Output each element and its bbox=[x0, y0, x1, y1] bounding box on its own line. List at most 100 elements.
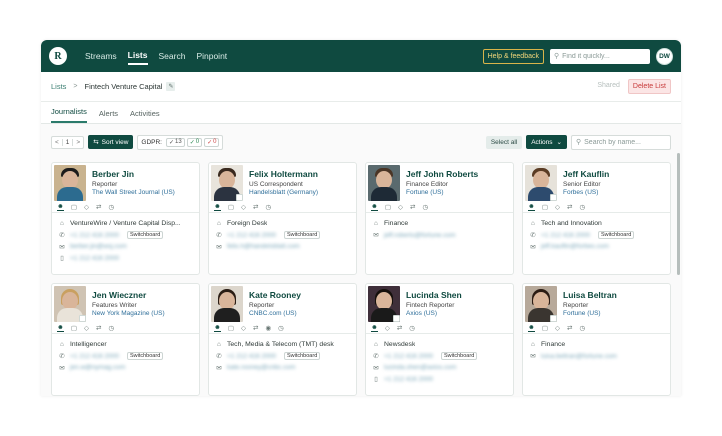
journalist-card[interactable]: Lucinda Shen Fintech Reporter Axios (US)… bbox=[365, 283, 514, 396]
quick-search-input[interactable] bbox=[562, 52, 643, 60]
mobile-number[interactable]: +1 212 416 2000 bbox=[384, 376, 433, 383]
comment-icon[interactable]: ▢ bbox=[228, 324, 234, 332]
email-address[interactable]: felix.h@handelsblatt.com bbox=[227, 243, 300, 250]
email-address[interactable]: berber.jin@wsj.com bbox=[70, 243, 127, 250]
tab-journalists[interactable]: Journalists bbox=[51, 107, 87, 123]
tab-activities[interactable]: Activities bbox=[130, 109, 160, 123]
next-page-button[interactable]: > bbox=[73, 139, 83, 146]
tag-icon[interactable]: ◇ bbox=[241, 203, 246, 211]
instagram-icon[interactable]: ◉ bbox=[265, 324, 271, 332]
person-icon[interactable]: ☻ bbox=[528, 324, 535, 332]
nav-pinpoint[interactable]: Pinpoint bbox=[196, 48, 227, 64]
sort-view-button[interactable]: ⇆ Sort view bbox=[88, 135, 134, 149]
tag-icon[interactable]: ◇ bbox=[398, 203, 403, 211]
prev-page-button[interactable]: < bbox=[52, 139, 62, 146]
user-avatar[interactable]: DW bbox=[656, 47, 673, 65]
retweet-icon[interactable]: ⇄ bbox=[253, 324, 258, 332]
shared-button[interactable]: Shared bbox=[593, 79, 624, 94]
comment-icon[interactable]: ▢ bbox=[71, 203, 77, 211]
clock-icon[interactable]: ◷ bbox=[579, 324, 585, 332]
actions-dropdown[interactable]: Actions ⌄ bbox=[526, 135, 567, 149]
phone-number[interactable]: +1 212 416 2000 bbox=[70, 353, 119, 360]
journalist-name[interactable]: Kate Rooney bbox=[249, 290, 301, 300]
help-feedback-button[interactable]: Help & feedback bbox=[482, 48, 544, 64]
clock-icon[interactable]: ◷ bbox=[409, 324, 415, 332]
tag-icon[interactable]: ◇ bbox=[241, 324, 246, 332]
comment-icon[interactable]: ▢ bbox=[71, 324, 77, 332]
person-icon[interactable]: ☻ bbox=[528, 203, 535, 211]
journalist-card[interactable]: Felix Holtermann US Correspondent Handel… bbox=[208, 162, 357, 275]
tag-icon[interactable]: ◇ bbox=[84, 324, 89, 332]
retweet-icon[interactable]: ⇄ bbox=[397, 324, 402, 332]
gdpr-ok-chip[interactable]: ✓ 0 bbox=[186, 137, 203, 147]
journalist-name[interactable]: Felix Holtermann bbox=[249, 169, 318, 179]
comment-icon[interactable]: ▢ bbox=[542, 324, 548, 332]
delete-list-button[interactable]: Delete List bbox=[627, 79, 671, 94]
tag-icon[interactable]: ◇ bbox=[555, 324, 560, 332]
email-address[interactable]: jen.w@nymag.com bbox=[70, 364, 125, 371]
journalist-card[interactable]: Kate Rooney Reporter CNBC.com (US) ☻ ▢ ◇… bbox=[208, 283, 357, 396]
comment-icon[interactable]: ▢ bbox=[228, 203, 234, 211]
clock-icon[interactable]: ◷ bbox=[579, 203, 585, 211]
person-icon[interactable]: ☻ bbox=[214, 203, 221, 211]
person-icon[interactable]: ☻ bbox=[371, 324, 378, 332]
phone-number[interactable]: +1 212 416 2000 bbox=[384, 353, 433, 360]
mobile-number[interactable]: +1 212 416 2000 bbox=[70, 255, 119, 262]
gdpr-all-chip[interactable]: ✓ 13 bbox=[166, 137, 185, 147]
phone-number[interactable]: +1 212 416 2000 bbox=[70, 232, 119, 239]
email-address[interactable]: kate.rooney@cnbc.com bbox=[227, 364, 295, 371]
journalist-card[interactable]: Jen Wieczner Features Writer New York Ma… bbox=[51, 283, 200, 396]
brand-logo[interactable]: R bbox=[49, 47, 67, 65]
nav-streams[interactable]: Streams bbox=[85, 48, 117, 64]
journalist-name[interactable]: Jeff Kauflin bbox=[563, 169, 609, 179]
journalist-name[interactable]: Luisa Beltran bbox=[563, 290, 617, 300]
person-icon[interactable]: ☻ bbox=[57, 203, 64, 211]
journalist-outlet[interactable]: Fortune (US) bbox=[406, 189, 478, 196]
clock-icon[interactable]: ◷ bbox=[108, 324, 114, 332]
gdpr-no-chip[interactable]: ✓ 0 bbox=[204, 137, 220, 147]
journalist-outlet[interactable]: Fortune (US) bbox=[563, 310, 617, 317]
nav-search[interactable]: Search bbox=[159, 48, 186, 64]
clock-icon[interactable]: ◷ bbox=[278, 324, 284, 332]
journalist-name[interactable]: Jen Wieczner bbox=[92, 290, 165, 300]
retweet-icon[interactable]: ⇄ bbox=[410, 203, 415, 211]
tag-icon[interactable]: ◇ bbox=[385, 324, 390, 332]
email-address[interactable]: lucinda.shen@axios.com bbox=[384, 364, 456, 371]
person-icon[interactable]: ☻ bbox=[214, 324, 221, 332]
name-search-input[interactable] bbox=[584, 138, 667, 146]
clock-icon[interactable]: ◷ bbox=[422, 203, 428, 211]
edit-list-icon[interactable]: ✎ bbox=[166, 82, 176, 91]
retweet-icon[interactable]: ⇄ bbox=[567, 324, 572, 332]
retweet-icon[interactable]: ⇄ bbox=[567, 203, 572, 211]
email-address[interactable]: jeff.kauflin@forbes.com bbox=[541, 243, 609, 250]
retweet-icon[interactable]: ⇄ bbox=[96, 203, 101, 211]
journalist-outlet[interactable]: Forbes (US) bbox=[563, 189, 609, 196]
breadcrumb-lists-link[interactable]: Lists bbox=[51, 82, 66, 91]
retweet-icon[interactable]: ⇄ bbox=[253, 203, 258, 211]
email-address[interactable]: luisa.beltran@fortune.com bbox=[541, 353, 617, 360]
comment-icon[interactable]: ▢ bbox=[542, 203, 548, 211]
nav-lists[interactable]: Lists bbox=[127, 47, 148, 65]
journalist-outlet[interactable]: CNBC.com (US) bbox=[249, 310, 301, 317]
journalist-card[interactable]: Jeff Kauflin Senior Editor Forbes (US) ☻… bbox=[522, 162, 671, 275]
journalist-outlet[interactable]: Axios (US) bbox=[406, 310, 462, 317]
journalist-name[interactable]: Jeff John Roberts bbox=[406, 169, 478, 179]
journalist-outlet[interactable]: The Wall Street Journal (US) bbox=[92, 189, 175, 196]
comment-icon[interactable]: ▢ bbox=[385, 203, 391, 211]
tag-icon[interactable]: ◇ bbox=[84, 203, 89, 211]
journalist-name[interactable]: Lucinda Shen bbox=[406, 290, 462, 300]
person-icon[interactable]: ☻ bbox=[371, 203, 378, 211]
phone-number[interactable]: +1 212 416 2000 bbox=[227, 232, 276, 239]
phone-number[interactable]: +1 212 416 2000 bbox=[541, 232, 590, 239]
tab-alerts[interactable]: Alerts bbox=[99, 109, 118, 123]
person-icon[interactable]: ☻ bbox=[57, 324, 64, 332]
journalist-outlet[interactable]: Handelsblatt (Germany) bbox=[249, 189, 318, 196]
journalist-outlet[interactable]: New York Magazine (US) bbox=[92, 310, 165, 317]
clock-icon[interactable]: ◷ bbox=[265, 203, 271, 211]
journalist-card[interactable]: Berber Jin Reporter The Wall Street Jour… bbox=[51, 162, 200, 275]
tag-icon[interactable]: ◇ bbox=[555, 203, 560, 211]
journalist-name[interactable]: Berber Jin bbox=[92, 169, 175, 179]
email-address[interactable]: jeff.roberts@fortune.com bbox=[384, 232, 456, 239]
journalist-card[interactable]: Luisa Beltran Reporter Fortune (US) ☻ ▢ … bbox=[522, 283, 671, 396]
retweet-icon[interactable]: ⇄ bbox=[96, 324, 101, 332]
